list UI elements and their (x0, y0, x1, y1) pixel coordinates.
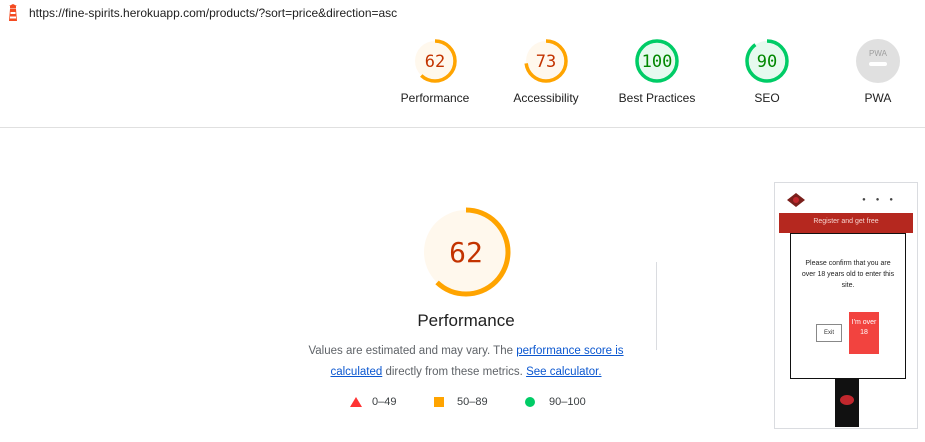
gauge-accessibility-label: Accessibility (513, 91, 579, 105)
header-icons: ●●● (862, 197, 903, 203)
pwa-badge-icon: PWA (856, 39, 900, 83)
gauge-seo[interactable]: 90 SEO (712, 38, 822, 105)
gauge-performance[interactable]: 62 Performance (380, 38, 490, 105)
square-icon (434, 397, 444, 407)
gauge-accessibility[interactable]: 73 Accessibility (491, 38, 601, 105)
legend-pass-range: 90–100 (549, 396, 586, 408)
gauge-pwa-label: PWA (864, 91, 892, 105)
gauge-performance-label: Performance (400, 91, 470, 105)
see-calculator-link[interactable]: See calculator. (526, 366, 601, 378)
section-divider (656, 262, 657, 350)
gauge-seo-label: SEO (754, 91, 780, 105)
legend-pass: 90–100 (525, 396, 586, 408)
gauge-best-practices[interactable]: 100 Best Practices (602, 38, 712, 105)
gauge-best-practices-label: Best Practices (618, 91, 696, 105)
site-logo-icon (787, 193, 805, 207)
exit-button[interactable]: Exit (816, 324, 842, 342)
product-bottle-image (835, 379, 859, 427)
gauge-pwa[interactable]: PWA PWA (823, 38, 925, 105)
gauge-accessibility-ring: 73 (524, 39, 568, 83)
performance-main-score: 62 (449, 236, 483, 269)
age-verification-modal: Please confirm that you are over 18 year… (790, 233, 906, 379)
final-screenshot: ●●● Register and get free Please confirm… (774, 182, 918, 429)
age-modal-text: Please confirm that you are over 18 year… (801, 260, 895, 289)
category-gauges: 62 Performance 73 Accessibility 100 Best… (0, 38, 925, 118)
legend-average-range: 50–89 (457, 396, 488, 408)
gauge-performance-score: 62 (425, 52, 445, 72)
circle-icon (525, 397, 535, 407)
page-url: https://fine-spirits.herokuapp.com/produ… (29, 6, 398, 20)
pwa-badge-text: PWA (869, 49, 888, 58)
legend-average: 50–89 (434, 396, 488, 408)
lighthouse-icon (9, 4, 17, 21)
performance-main-gauge: 62 (421, 207, 511, 297)
url-bar: https://fine-spirits.herokuapp.com/produ… (0, 0, 925, 26)
triangle-icon (350, 397, 362, 407)
desc-prefix: Values are estimated and may vary. The (308, 345, 517, 357)
gauge-best-practices-score: 100 (642, 52, 673, 72)
promo-banner: Register and get free (779, 213, 913, 233)
performance-title: Performance (417, 311, 515, 330)
header-divider (0, 127, 925, 128)
legend-fail-range: 0–49 (372, 396, 397, 408)
desc-mid: directly from these metrics. (382, 366, 527, 378)
gauge-seo-score: 90 (757, 52, 777, 72)
gauge-seo-ring: 90 (745, 39, 789, 83)
gauge-performance-ring: 62 (413, 39, 457, 83)
legend-fail: 0–49 (350, 396, 396, 408)
confirm-age-button[interactable]: I'm over 18 (849, 312, 879, 354)
gauge-accessibility-score: 73 (536, 52, 556, 72)
performance-description: Values are estimated and may vary. The p… (296, 341, 636, 383)
gauge-best-practices-ring: 100 (635, 39, 679, 83)
